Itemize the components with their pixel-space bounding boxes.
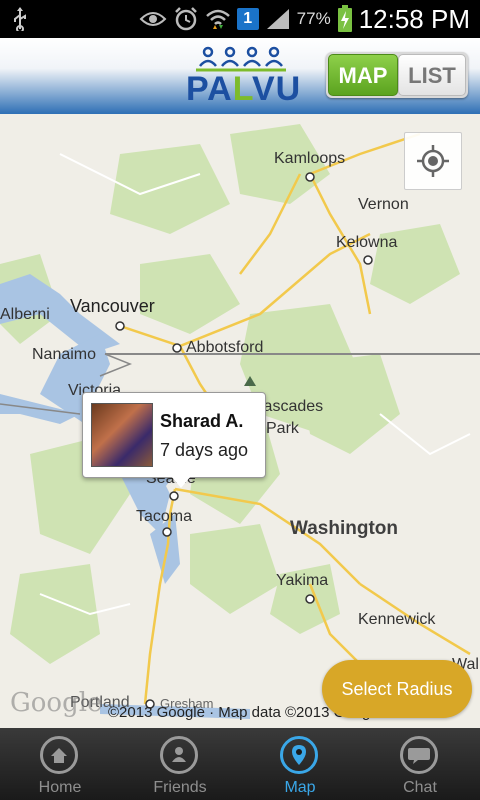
nav-tab-map[interactable]: Map (240, 728, 360, 800)
nav-label: Chat (403, 779, 437, 796)
friend-avatar (91, 403, 153, 467)
bottom-navigation: Home Friends Map Chat (0, 728, 480, 800)
place-label: Alberni (0, 306, 50, 323)
nav-tab-chat[interactable]: Chat (360, 728, 480, 800)
place-label: Park (266, 420, 299, 437)
place-label: Vancouver (70, 296, 155, 316)
place-label: Abbotsford (186, 339, 264, 356)
nav-label: Home (38, 779, 82, 796)
signal-icon (266, 9, 289, 29)
battery-percent: 77% (296, 9, 331, 28)
logo-text: PALVU (186, 70, 302, 108)
friend-last-seen: 7 days ago (160, 440, 249, 460)
place-label: Kamloops (274, 150, 346, 167)
app-header: PALVU MAP LIST (0, 38, 480, 114)
chat-icon (400, 736, 438, 774)
crosshair-icon (417, 145, 449, 177)
home-icon (40, 736, 78, 774)
status-bar-system: 1 77% 12:58 PM (139, 4, 470, 34)
status-bar: 1 77% 12:58 PM (0, 0, 480, 38)
list-view-button[interactable]: LIST (398, 54, 466, 96)
friend-marker-popup[interactable]: Sharad A. 7 days ago (82, 392, 266, 488)
my-location-button[interactable] (404, 132, 462, 190)
place-label: Vernon (358, 196, 409, 213)
usb-icon (14, 7, 26, 31)
map-view[interactable]: Kamloops Vernon Kelowna Vancouver Abbots… (0, 114, 480, 728)
wifi-icon (205, 9, 230, 29)
clock: 12:58 PM (358, 3, 470, 34)
notification-badge: 1 (236, 8, 259, 30)
state-label: Washington (290, 518, 398, 539)
place-label: Nanaimo (32, 346, 97, 363)
select-radius-button[interactable]: Select Radius (322, 660, 472, 718)
google-logo: Google (10, 688, 103, 718)
battery-charging-icon (337, 5, 352, 32)
place-label: Kennewick (358, 611, 436, 628)
view-toggle: MAP LIST (326, 52, 468, 98)
nav-label: Friends (153, 779, 207, 796)
friend-name: Sharad A. (160, 411, 244, 431)
place-label: Tacoma (136, 508, 193, 525)
nav-tab-home[interactable]: Home (0, 728, 120, 800)
eye-icon (139, 12, 167, 26)
nav-label: Map (284, 779, 316, 796)
nav-tab-friends[interactable]: Friends (120, 728, 240, 800)
alarm-icon (174, 7, 197, 31)
map-pin-icon (280, 736, 318, 774)
map-view-button[interactable]: MAP (328, 54, 398, 96)
place-label: Kelowna (336, 234, 398, 251)
popup-tail (171, 476, 191, 488)
palvu-logo: PALVU (186, 44, 302, 108)
place-label: Yakima (276, 572, 329, 589)
status-bar-notifications (12, 6, 28, 32)
friends-icon (160, 736, 198, 774)
